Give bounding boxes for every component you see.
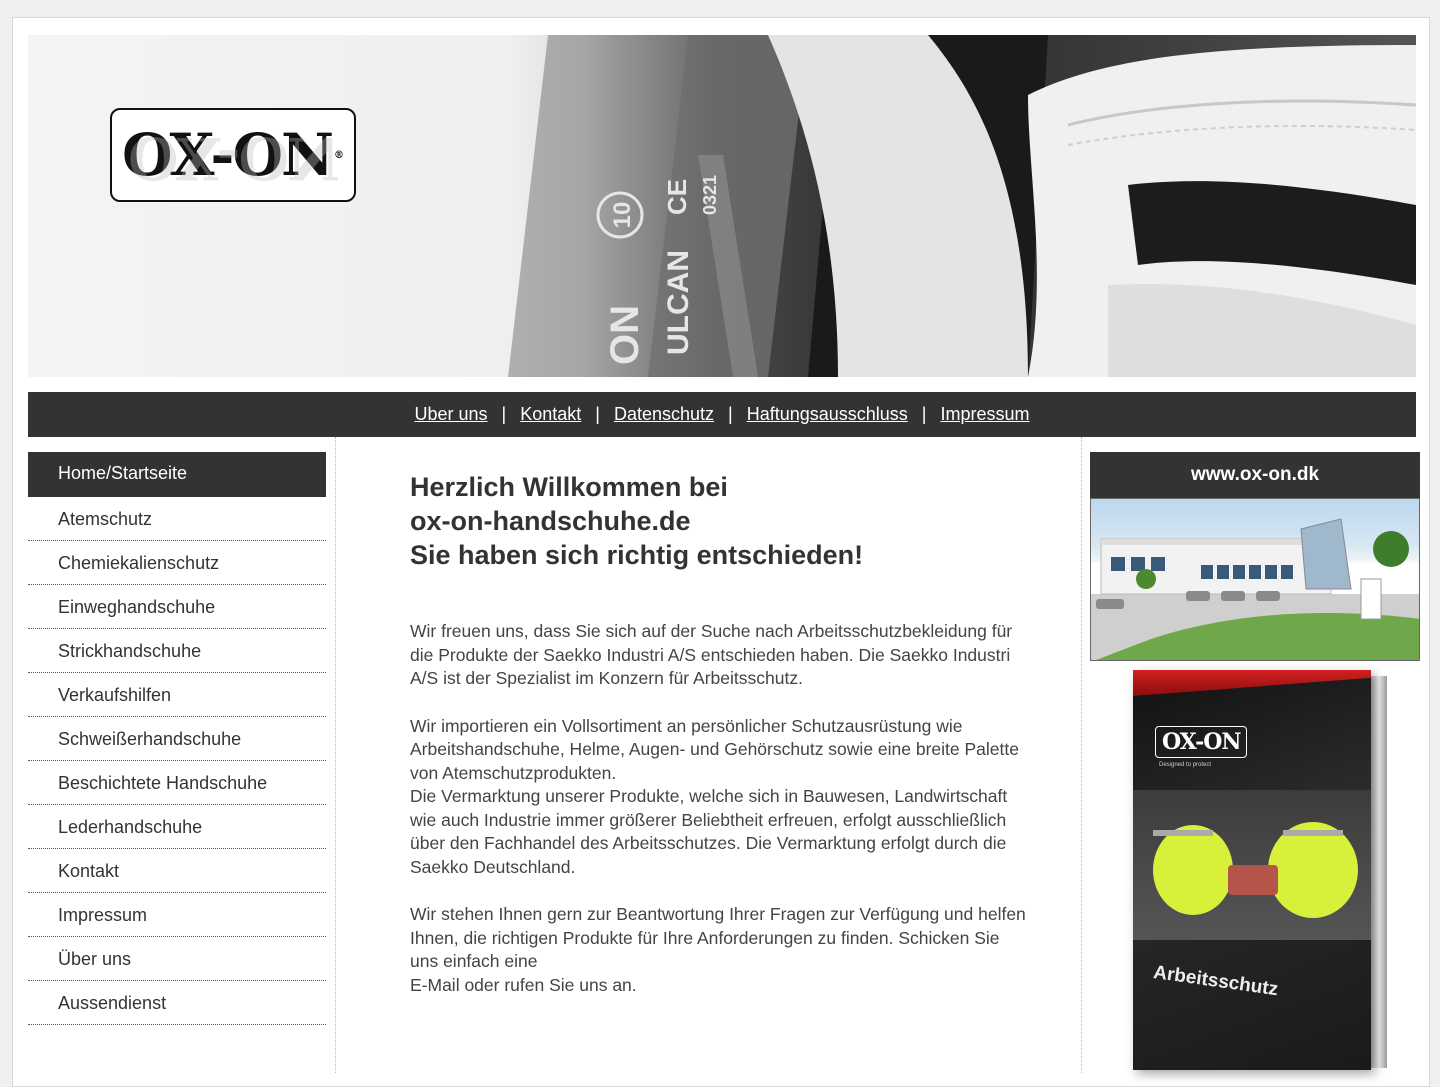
header-banner: ON ULCAN CE 0321 10 OX-ON ® OX-ON <box>28 35 1416 377</box>
sidebar-item-atemschutz[interactable]: Atemschutz <box>28 497 326 541</box>
brochure-cover: OX-ON Designed to protect Arbeitsschutz <box>1133 670 1371 1070</box>
glove-image: ON ULCAN CE 0321 10 <box>508 35 1416 377</box>
glove-code-text: 0321 <box>700 175 720 215</box>
sidebar-item-verkaufshilfen[interactable]: Verkaufshilfen <box>28 673 326 717</box>
main-content: Herzlich Willkommen bei ox-on-handschuhe… <box>410 470 1030 997</box>
sidebar-item-chemiekalienschutz[interactable]: Chemiekalienschutz <box>28 541 326 585</box>
page-title: Herzlich Willkommen bei ox-on-handschuhe… <box>410 470 1030 572</box>
column-divider-left <box>335 437 336 1073</box>
arbeitsschutz-brochure[interactable]: OX-ON Designed to protect Arbeitsschutz <box>1133 670 1371 1070</box>
sidebar-item-beschichtete-handschuhe[interactable]: Beschichtete Handschuhe <box>28 761 326 805</box>
intro-paragraph: Wir freuen uns, dass Sie sich auf der Su… <box>410 621 1013 688</box>
assortment-paragraph: Wir importieren ein Vollsortiment an per… <box>410 715 1019 783</box>
nav-separator: | <box>921 404 927 424</box>
nav-separator: | <box>728 404 733 424</box>
brochure-spine <box>1371 676 1387 1068</box>
nav-link-haftungsausschluss[interactable]: Haftungsausschluss <box>747 404 908 425</box>
top-navigation: Uber uns | Kontakt | Datenschutz | Haftu… <box>28 392 1416 437</box>
nav-separator: | <box>595 404 600 424</box>
sidebar-item-einweghandschuhe[interactable]: Einweghandschuhe <box>28 585 326 629</box>
brochure-gloves-illustration <box>1153 822 1358 918</box>
sidebar-menu: Home/Startseite Atemschutz Chemiekaliens… <box>28 452 326 1025</box>
title-line-2: ox-on-handschuhe.de <box>410 506 691 536</box>
nav-link-uber-uns[interactable]: Uber uns <box>414 404 487 425</box>
sidebar-item-aussendienst[interactable]: Aussendienst <box>28 981 326 1025</box>
nav-link-datenschutz[interactable]: Datenschutz <box>614 404 714 425</box>
sidebar-item-schweisserhandschuhe[interactable]: Schweißerhandschuhe <box>28 717 326 761</box>
glove-model-text: ULCAN <box>662 250 695 355</box>
nav-link-impressum[interactable]: Impressum <box>940 404 1029 425</box>
sidebar-item-home[interactable]: Home/Startseite <box>28 452 326 497</box>
ox-on-dk-link[interactable]: www.ox-on.dk <box>1090 452 1420 498</box>
logo-reflection: OX-ON <box>127 124 339 192</box>
title-line-1: Herzlich Willkommen bei <box>410 472 728 502</box>
nav-separator: | <box>501 404 507 424</box>
brochure-red-band <box>1133 670 1371 696</box>
glove-ce-text: CE <box>662 179 692 215</box>
company-building-image[interactable] <box>1090 498 1420 661</box>
brochure-tagline: Designed to protect <box>1159 762 1212 768</box>
sidebar-item-impressum[interactable]: Impressum <box>28 893 326 937</box>
column-divider-right <box>1081 437 1082 1073</box>
building-illustration <box>1091 518 1419 660</box>
contact-paragraph-end: E-Mail oder rufen Sie uns an. <box>410 974 637 995</box>
brochure-photo <box>1133 790 1371 940</box>
sidebar-item-lederhandschuhe[interactable]: Lederhandschuhe <box>28 805 326 849</box>
sidebar-item-ueber-uns[interactable]: Über uns <box>28 937 326 981</box>
glove-brand-text: ON <box>603 305 647 365</box>
nav-link-kontakt[interactable]: Kontakt <box>520 404 581 425</box>
title-line-3: Sie haben sich richtig entschieden! <box>410 540 864 570</box>
brochure-title: Arbeitsschutz <box>1152 962 1280 1001</box>
glove-size-text: 10 <box>609 202 636 229</box>
contact-paragraph: Wir stehen Ihnen gern zur Beantwortung I… <box>410 904 1026 971</box>
brochure-logo: OX-ON <box>1155 726 1248 758</box>
marketing-paragraph: Die Vermarktung unserer Produkte, welche… <box>410 786 1008 877</box>
sidebar-item-kontakt[interactable]: Kontakt <box>28 849 326 893</box>
sidebar-item-strickhandschuhe[interactable]: Strickhandschuhe <box>28 629 326 673</box>
